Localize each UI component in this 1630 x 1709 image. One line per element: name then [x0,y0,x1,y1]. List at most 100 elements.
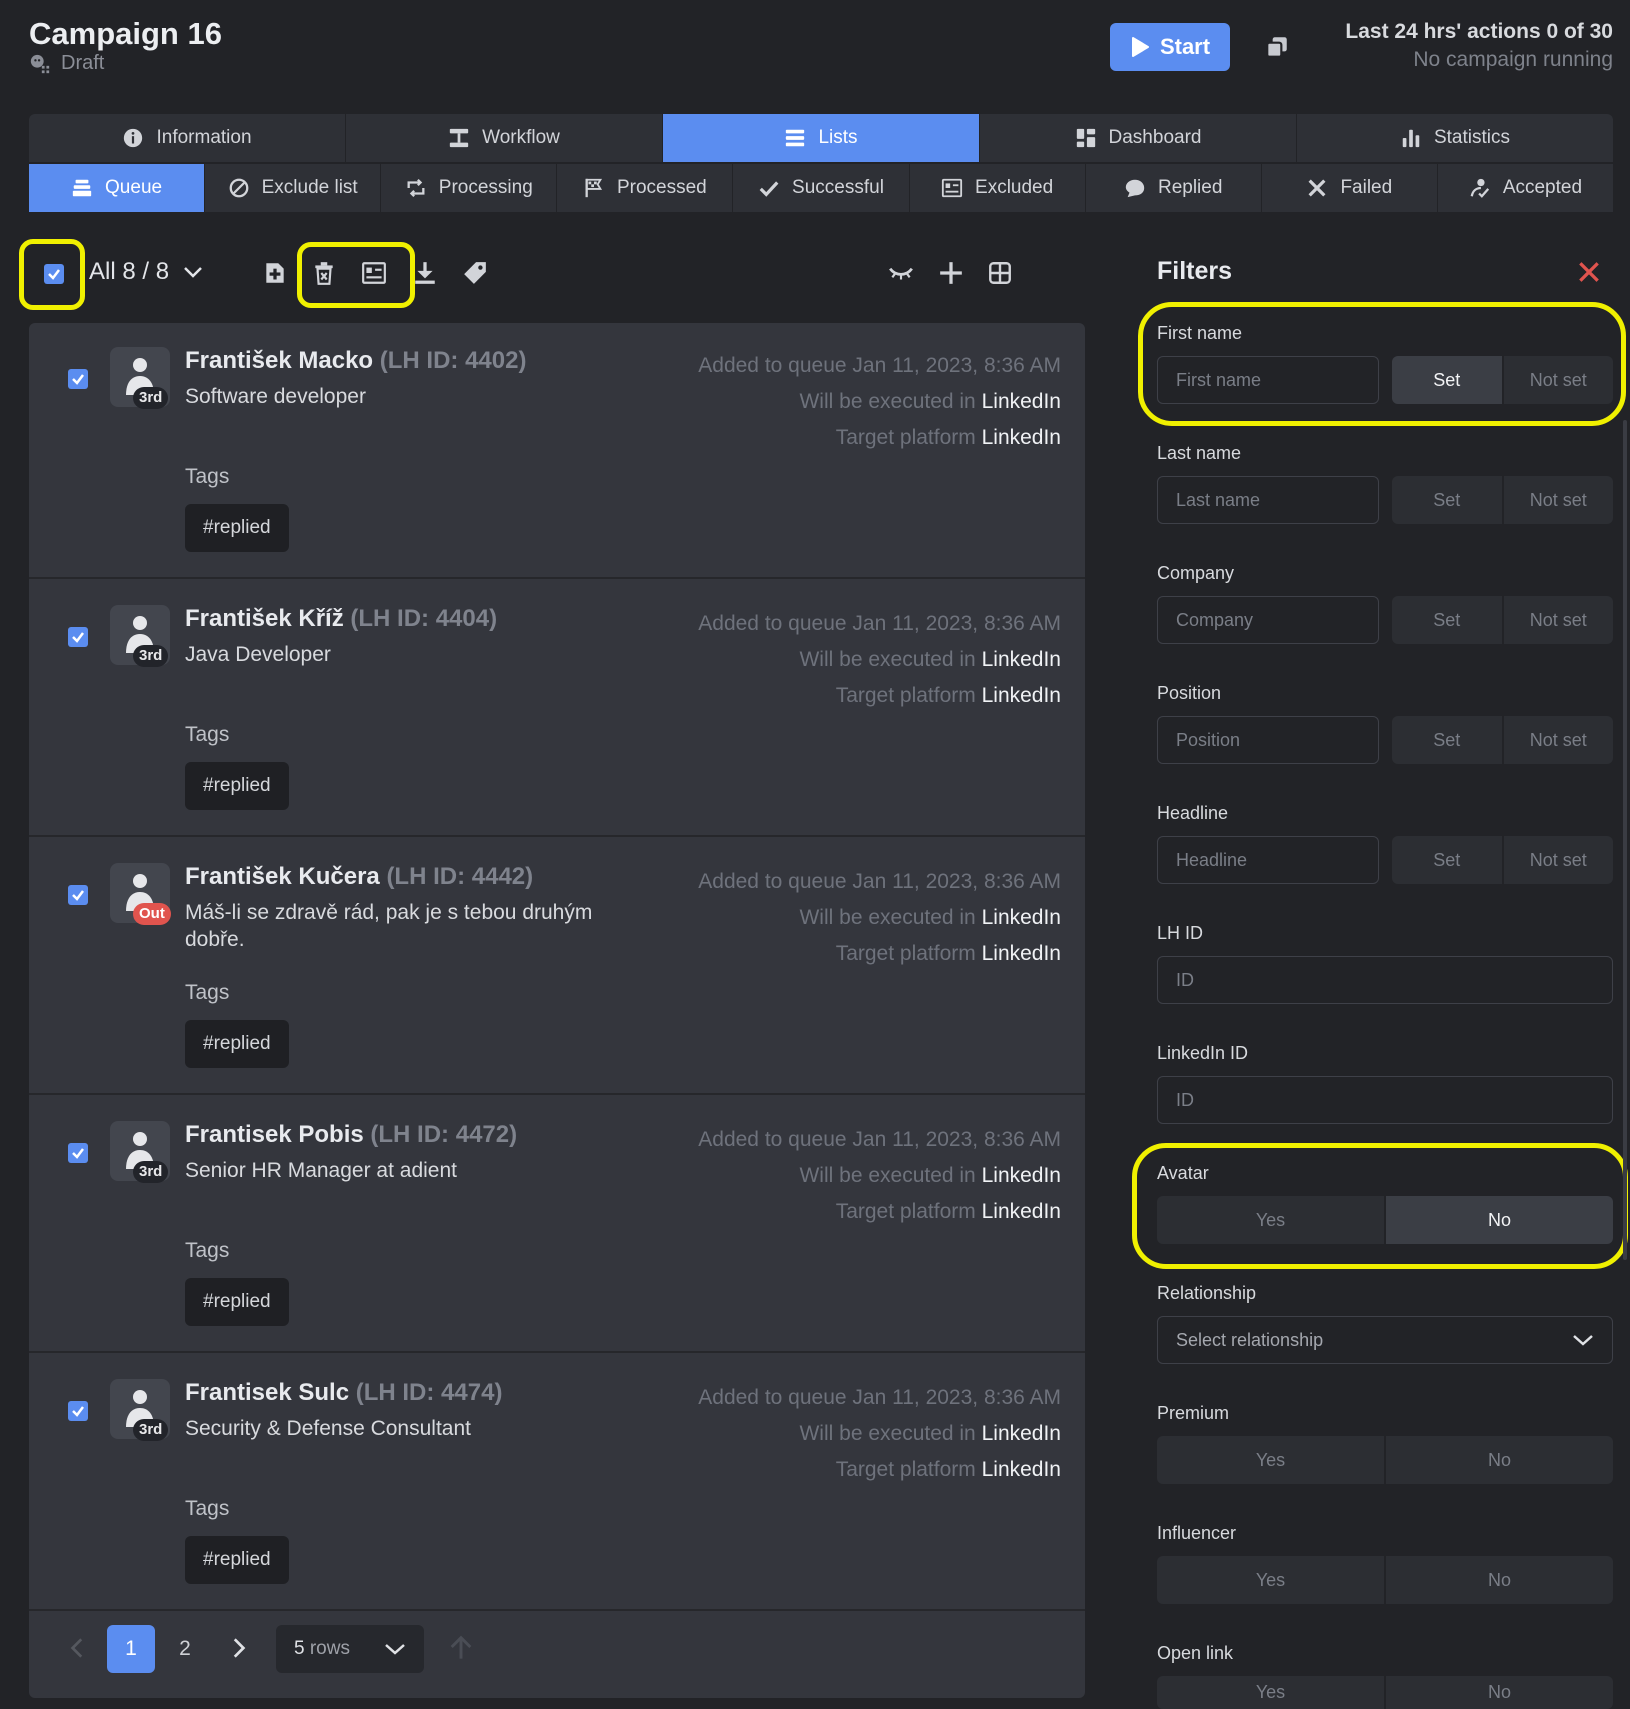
tag-icon[interactable] [462,260,488,286]
headline-input[interactable] [1157,836,1379,884]
tab-statistics-label: Statistics [1433,127,1511,148]
first-name-set-button[interactable]: Set [1392,356,1502,404]
close-icon[interactable] [1576,259,1602,285]
position-input[interactable] [1157,716,1379,764]
plus-icon[interactable] [938,260,964,286]
influencer-yes-button[interactable]: Yes [1157,1556,1384,1604]
select-all-checkbox[interactable] [44,264,64,284]
tab-failed-label: Failed [1340,177,1393,198]
tab-excluded[interactable]: Excluded [910,164,1086,212]
influencer-no-button[interactable]: No [1384,1556,1613,1604]
arrow-up-icon[interactable] [447,1633,475,1661]
premium-no-button[interactable]: No [1384,1436,1613,1484]
checkmark-icon [72,890,84,901]
add-to-list-icon[interactable] [262,260,288,286]
trash-icon[interactable] [311,260,337,286]
open-link-yes-button[interactable]: Yes [1157,1676,1384,1709]
list-item: Out František Kučera (LH ID: 4442) Máš-l… [29,839,1085,1095]
row-checkbox[interactable] [68,885,88,905]
row-checkbox[interactable] [68,1401,88,1421]
page-1-button[interactable]: 1 [107,1625,155,1673]
contact-name[interactable]: Frantisek Pobis (LH ID: 4472) [185,1121,517,1149]
hide-icon[interactable] [888,260,914,286]
contact-name[interactable]: František Macko (LH ID: 4402) [185,347,526,375]
tag-chip[interactable]: #replied [185,1278,289,1326]
tab-lists[interactable]: Lists [663,114,980,162]
first-name-input[interactable] [1157,356,1379,404]
last-name-label: Last name [1157,443,1242,463]
rows-per-page-select[interactable]: 5 rows [276,1625,424,1673]
target-platform: Target platform LinkedIn [698,678,1061,714]
headline-not-set-button[interactable]: Not set [1501,836,1613,884]
tag-chip[interactable]: #replied [185,1020,289,1068]
premium-toggle: Yes No [1157,1436,1613,1484]
tab-processed[interactable]: Processed [557,164,734,212]
processing-icon [407,178,425,198]
headline-label: Headline [1157,803,1229,823]
company-set-button[interactable]: Set [1392,596,1502,644]
duplicate-icon[interactable] [1264,34,1290,60]
position-set-button[interactable]: Set [1392,716,1502,764]
contact-name[interactable]: František Kučera (LH ID: 4442) [185,863,533,891]
exclude-list-icon[interactable] [361,260,387,286]
tab-replied[interactable]: Replied [1086,164,1262,212]
contact-name[interactable]: František Kříž (LH ID: 4404) [185,605,497,633]
headline-set-button[interactable]: Set [1392,836,1502,884]
tag-chip[interactable]: #replied [185,504,289,552]
lh-id: (LH ID: 4402) [379,347,527,374]
workflow-icon [449,128,469,148]
tab-accepted-label: Accepted [1502,177,1583,198]
page-2-button[interactable]: 2 [161,1625,209,1673]
tab-accepted[interactable]: Accepted [1438,164,1613,212]
lh-id-input[interactable] [1157,956,1613,1004]
rows-count: 5 [294,1638,305,1659]
tag-chip[interactable]: #replied [185,762,289,810]
first-name-toggle: Set Not set [1392,356,1613,404]
tab-successful[interactable]: Successful [733,164,910,212]
main-tabs: Information Workflow Lists Dashboard Sta… [29,114,1613,162]
relationship-label: Relationship [1157,1283,1257,1303]
tab-statistics[interactable]: Statistics [1297,114,1613,162]
company-input[interactable] [1157,596,1379,644]
tab-failed[interactable]: Failed [1262,164,1438,212]
last-name-input[interactable] [1157,476,1379,524]
chevron-left-icon[interactable] [65,1635,91,1661]
premium-yes-button[interactable]: Yes [1157,1436,1384,1484]
tab-processing[interactable]: Processing [381,164,558,212]
first-name-not-set-button[interactable]: Not set [1501,356,1613,404]
last-name-set-button[interactable]: Set [1392,476,1502,524]
position-not-set-button[interactable]: Not set [1501,716,1613,764]
last-name-not-set-button[interactable]: Not set [1501,476,1613,524]
position-label: Position [1157,683,1222,703]
filters-scrollbar[interactable] [1623,420,1627,1260]
relationship-placeholder: Select relationship [1176,1329,1324,1350]
tab-successful-label: Successful [792,177,884,198]
linkedin-id-input[interactable] [1157,1076,1613,1124]
lh-id: (LH ID: 4472) [370,1121,518,1148]
executed-in: Will be executed in LinkedIn [698,1158,1061,1194]
open-link-no-button[interactable]: No [1384,1676,1613,1709]
tag-chip[interactable]: #replied [185,1536,289,1584]
influencer-label: Influencer [1157,1523,1237,1543]
company-not-set-button[interactable]: Not set [1501,596,1613,644]
campaign-title: Campaign 16 [29,16,222,51]
row-checkbox[interactable] [68,369,88,389]
row-checkbox[interactable] [68,627,88,647]
row-checkbox[interactable] [68,1143,88,1163]
avatar-yes-button[interactable]: Yes [1157,1196,1384,1244]
selection-dropdown[interactable]: All 8 / 8 [89,258,203,286]
relationship-select[interactable]: Select relationship [1157,1316,1613,1364]
start-button[interactable]: Start [1110,23,1230,71]
tab-queue[interactable]: Queue [29,164,206,212]
replied-icon [1125,179,1145,198]
avatar-no-button[interactable]: No [1384,1196,1613,1244]
tab-exclude-list[interactable]: Exclude list [205,164,382,212]
contact-name[interactable]: Frantisek Sulc (LH ID: 4474) [185,1379,502,1407]
tab-dashboard[interactable]: Dashboard [980,114,1297,162]
chevron-right-icon[interactable] [225,1635,251,1661]
tab-workflow[interactable]: Workflow [346,114,663,162]
tab-information[interactable]: Information [29,114,346,162]
target-platform-label: Target platform [835,426,976,449]
columns-icon[interactable] [987,260,1013,286]
download-icon[interactable] [412,260,438,286]
